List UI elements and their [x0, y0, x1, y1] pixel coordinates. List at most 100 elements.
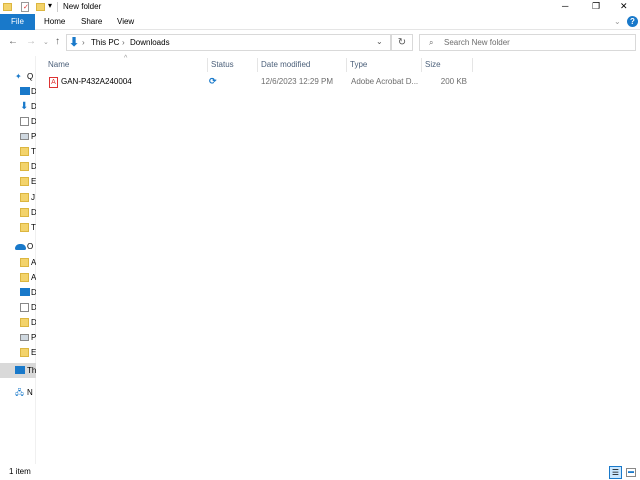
column-header-name[interactable]: Name ^	[44, 55, 208, 72]
file-name: GAN-P432A240004	[61, 77, 132, 86]
onedrive-icon	[15, 244, 26, 250]
folder-icon	[3, 3, 12, 11]
forward-button[interactable]: →	[26, 36, 36, 47]
folder-icon	[20, 162, 29, 171]
expand-ribbon-icon[interactable]: ⌄	[614, 14, 621, 30]
sidebar-item[interactable]: ✦ Q	[0, 69, 36, 84]
maximize-button[interactable]: ❐	[592, 1, 600, 12]
sidebar-item[interactable]: D	[0, 315, 36, 330]
new-folder-icon[interactable]	[36, 3, 45, 11]
file-date: 12/6/2023 12:29 PM	[261, 77, 334, 86]
column-header-size[interactable]: Size	[421, 58, 473, 72]
tab-view[interactable]: View	[117, 14, 134, 30]
sidebar-item-label: E	[31, 348, 36, 357]
chevron-right-icon: ›	[82, 38, 85, 47]
sync-pending-icon: ⟳	[209, 76, 217, 86]
refresh-button[interactable]: ↻	[391, 34, 413, 51]
folder-icon	[20, 258, 29, 267]
file-row[interactable]: A GAN-P432A240004 ⟳ 12/6/2023 12:29 PM A…	[44, 76, 473, 90]
downloads-icon: ⬇	[69, 35, 80, 49]
item-count: 1 item	[9, 467, 31, 476]
sidebar-item-label: D	[31, 102, 36, 111]
column-label: Name	[48, 60, 70, 69]
sidebar-item[interactable]: ⬇ D	[0, 99, 36, 114]
sidebar-item-label: T	[31, 147, 36, 156]
pdf-icon: A	[49, 77, 58, 88]
documents-icon	[20, 117, 29, 126]
folder-icon	[20, 318, 29, 327]
properties-icon[interactable]: ✓	[21, 2, 29, 12]
sidebar-item-label: P	[31, 333, 36, 342]
address-bar[interactable]: ⬇ › This PC › Downloads ⌄	[66, 34, 391, 51]
tab-file[interactable]: File	[0, 14, 35, 30]
back-button[interactable]: ←	[8, 36, 18, 47]
desktop-icon	[20, 288, 30, 296]
sidebar-item[interactable]: D	[0, 159, 36, 174]
sidebar-item[interactable]: 🖧 N	[0, 385, 36, 400]
close-button[interactable]: ✕	[620, 1, 628, 12]
search-input[interactable]: ⌕ Search New folder	[419, 34, 636, 51]
file-size: 200 KB	[440, 77, 467, 86]
large-icons-view-button[interactable]: ▬	[626, 468, 636, 477]
sidebar-item-label: Th	[27, 366, 36, 375]
sidebar-item[interactable]: T	[0, 144, 36, 159]
customize-toolbar-icon[interactable]: ▾	[48, 1, 52, 10]
sidebar-item[interactable]: P	[0, 330, 36, 345]
sidebar-item[interactable]: A	[0, 255, 36, 270]
sidebar-item-label: A	[31, 258, 36, 267]
help-icon[interactable]: ?	[627, 16, 638, 27]
sidebar-item[interactable]: Th	[0, 363, 36, 378]
folder-icon	[20, 177, 29, 186]
sidebar-item[interactable]: E	[0, 345, 36, 360]
sidebar-item[interactable]: D	[0, 205, 36, 220]
breadcrumb-downloads[interactable]: Downloads	[130, 38, 170, 47]
breadcrumb-this-pc[interactable]: This PC	[91, 38, 119, 47]
title-bar: ✓ ▾ New folder ─ ❐ ✕	[0, 0, 640, 14]
column-header-type[interactable]: Type	[346, 58, 422, 72]
folder-icon	[20, 348, 29, 357]
search-icon: ⌕	[429, 38, 434, 47]
chevron-right-icon: ›	[122, 38, 125, 47]
sidebar-item-label: D	[31, 288, 36, 297]
pin-icon: ✦	[15, 72, 22, 81]
sidebar-item-label: P	[31, 132, 36, 141]
column-header-date-modified[interactable]: Date modified	[257, 58, 347, 72]
minimize-button[interactable]: ─	[562, 1, 568, 11]
sidebar-item-label: J	[31, 193, 35, 202]
sidebar-item[interactable]: D	[0, 114, 36, 129]
sidebar-item[interactable]: P	[0, 129, 36, 144]
sidebar-item[interactable]: E	[0, 174, 36, 189]
folder-icon	[20, 223, 29, 232]
sidebar-item[interactable]: T	[0, 220, 36, 235]
status-bar: 1 item ☰ ▬	[0, 464, 640, 480]
tab-home[interactable]: Home	[44, 14, 65, 30]
navigation-pane: ✦ Q D ⬇ D D P T D E J D T O A A D D D P E Th 🖧 N	[0, 56, 36, 464]
sidebar-item-label: Q	[27, 72, 34, 81]
pictures-icon	[20, 133, 29, 140]
sidebar-item[interactable]: J	[0, 190, 36, 205]
folder-icon	[20, 147, 29, 156]
sidebar-item-label: D	[31, 303, 36, 312]
sidebar-item[interactable]: D	[0, 300, 36, 315]
search-placeholder: Search New folder	[444, 38, 510, 47]
sort-ascending-icon: ^	[124, 55, 128, 62]
address-dropdown-icon[interactable]: ⌄	[376, 37, 383, 46]
documents-icon	[20, 303, 29, 312]
sidebar-item-label: A	[31, 273, 36, 282]
sidebar-item[interactable]: O	[0, 239, 36, 254]
sidebar-item-label: T	[31, 223, 36, 232]
sidebar-item[interactable]: D	[0, 84, 36, 99]
up-button[interactable]: ↑	[55, 36, 60, 47]
sidebar-item[interactable]: A	[0, 270, 36, 285]
file-type: Adobe Acrobat D...	[351, 77, 419, 86]
folder-icon	[20, 193, 29, 202]
recent-locations-icon[interactable]: ⌄	[43, 38, 49, 46]
desktop-icon	[20, 87, 30, 95]
tab-share[interactable]: Share	[81, 14, 102, 30]
network-icon: 🖧	[15, 388, 24, 397]
sidebar-item[interactable]: D	[0, 285, 36, 300]
column-header-status[interactable]: Status	[207, 58, 258, 72]
this-pc-icon	[15, 366, 25, 374]
downloads-icon: ⬇	[20, 101, 29, 112]
details-view-button[interactable]: ☰	[609, 466, 622, 479]
